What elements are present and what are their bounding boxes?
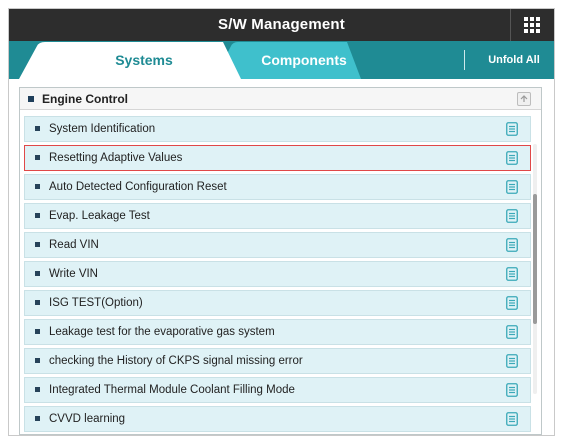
bullet-icon bbox=[35, 213, 40, 218]
scrollbar-thumb[interactable] bbox=[533, 194, 537, 324]
scrollbar[interactable] bbox=[533, 144, 537, 394]
document-icon[interactable] bbox=[506, 209, 518, 223]
list-item-label: Read VIN bbox=[49, 239, 99, 251]
function-list-panel: Engine Control System Identification Rese… bbox=[19, 87, 542, 435]
list-item-label: System Identification bbox=[49, 123, 156, 135]
bullet-icon bbox=[35, 387, 40, 392]
list-item[interactable]: checking the History of CKPS signal miss… bbox=[24, 348, 531, 374]
list-item[interactable]: Integrated Thermal Module Coolant Fillin… bbox=[24, 377, 531, 403]
document-icon[interactable] bbox=[506, 151, 518, 165]
list-item[interactable]: ISG TEST(Option) bbox=[24, 290, 531, 316]
collapse-icon[interactable] bbox=[517, 92, 531, 106]
bullet-icon bbox=[35, 329, 40, 334]
document-icon[interactable] bbox=[506, 383, 518, 397]
document-icon[interactable] bbox=[506, 354, 518, 368]
list-item[interactable]: Resetting Adaptive Values bbox=[24, 145, 531, 171]
document-icon[interactable] bbox=[506, 122, 518, 136]
list-item[interactable]: Auto Detected Configuration Reset bbox=[24, 174, 531, 200]
toolbar-divider bbox=[464, 50, 465, 70]
bullet-icon bbox=[35, 242, 40, 247]
list-item[interactable]: Write VIN bbox=[24, 261, 531, 287]
grid-icon bbox=[524, 17, 540, 33]
bullet-icon bbox=[35, 416, 40, 421]
group-title: Engine Control bbox=[42, 92, 128, 106]
document-icon[interactable] bbox=[506, 325, 518, 339]
tab-systems[interactable]: Systems bbox=[49, 41, 239, 79]
title-bar: S/W Management bbox=[9, 9, 554, 41]
bullet-icon bbox=[35, 184, 40, 189]
page-title: S/W Management bbox=[218, 16, 345, 33]
group-header[interactable]: Engine Control bbox=[20, 88, 541, 110]
list-item[interactable]: System Identification bbox=[24, 116, 531, 142]
list-item-label: ISG TEST(Option) bbox=[49, 297, 143, 309]
list-item[interactable]: Evap. Leakage Test bbox=[24, 203, 531, 229]
app-grid-button[interactable] bbox=[510, 9, 554, 41]
list-item[interactable]: CVVD learning bbox=[24, 406, 531, 432]
list-item-label: Write VIN bbox=[49, 268, 98, 280]
bullet-icon bbox=[35, 271, 40, 276]
list-item-label: Auto Detected Configuration Reset bbox=[49, 181, 227, 193]
list-item-label: CVVD learning bbox=[49, 413, 126, 425]
list-item-label: checking the History of CKPS signal miss… bbox=[49, 355, 303, 367]
document-icon[interactable] bbox=[506, 296, 518, 310]
list-item-label: Integrated Thermal Module Coolant Fillin… bbox=[49, 384, 295, 396]
tab-bar: Systems Components Unfold All bbox=[9, 41, 554, 79]
bullet-icon bbox=[35, 300, 40, 305]
list-item-label: Resetting Adaptive Values bbox=[49, 152, 183, 164]
tab-components[interactable]: Components bbox=[224, 41, 384, 79]
list-item-label: Leakage test for the evaporative gas sys… bbox=[49, 326, 275, 338]
document-icon[interactable] bbox=[506, 412, 518, 426]
list-item[interactable]: Read VIN bbox=[24, 232, 531, 258]
unfold-all-button[interactable]: Unfold All bbox=[479, 41, 549, 79]
bullet-icon bbox=[35, 126, 40, 131]
bullet-icon bbox=[35, 358, 40, 363]
bullet-icon bbox=[35, 155, 40, 160]
app-window: S/W Management Systems Components Unfold… bbox=[8, 8, 555, 436]
list-item[interactable]: Leakage test for the evaporative gas sys… bbox=[24, 319, 531, 345]
document-icon[interactable] bbox=[506, 180, 518, 194]
list-item-label: Evap. Leakage Test bbox=[49, 210, 150, 222]
document-icon[interactable] bbox=[506, 267, 518, 281]
group-bullet-icon bbox=[28, 96, 34, 102]
document-icon[interactable] bbox=[506, 238, 518, 252]
